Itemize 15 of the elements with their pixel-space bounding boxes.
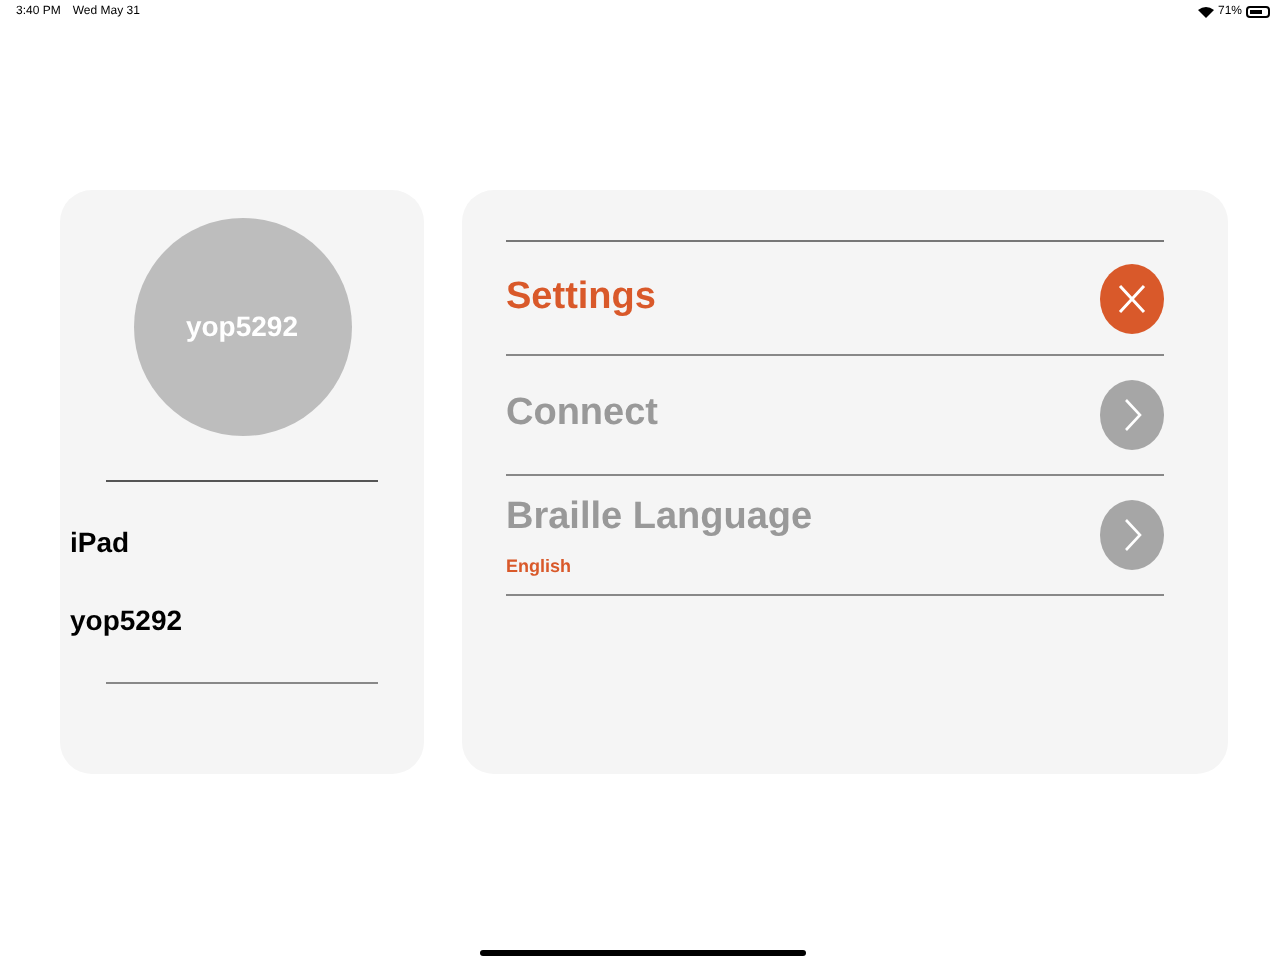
wifi-icon <box>1197 6 1214 18</box>
close-icon[interactable] <box>1100 263 1164 333</box>
menu-item[interactable]: Settings <box>506 242 1164 356</box>
menu-value: English <box>506 554 574 580</box>
chevron-icon[interactable] <box>1100 500 1164 570</box>
menu-item[interactable]: Connect <box>506 356 1164 476</box>
battery-icon <box>1246 6 1270 18</box>
chevron-icon[interactable] <box>1100 380 1164 450</box>
device-name: iPad <box>70 524 132 562</box>
avatar: yop5292 <box>133 218 351 436</box>
menu-item[interactable]: Braille Language English <box>506 476 1164 596</box>
menu-label: Braille Language <box>506 493 813 541</box>
user-name: yop5292 <box>70 602 183 640</box>
menu-label: Connect <box>506 390 658 439</box>
menu-label: Settings <box>506 273 656 322</box>
